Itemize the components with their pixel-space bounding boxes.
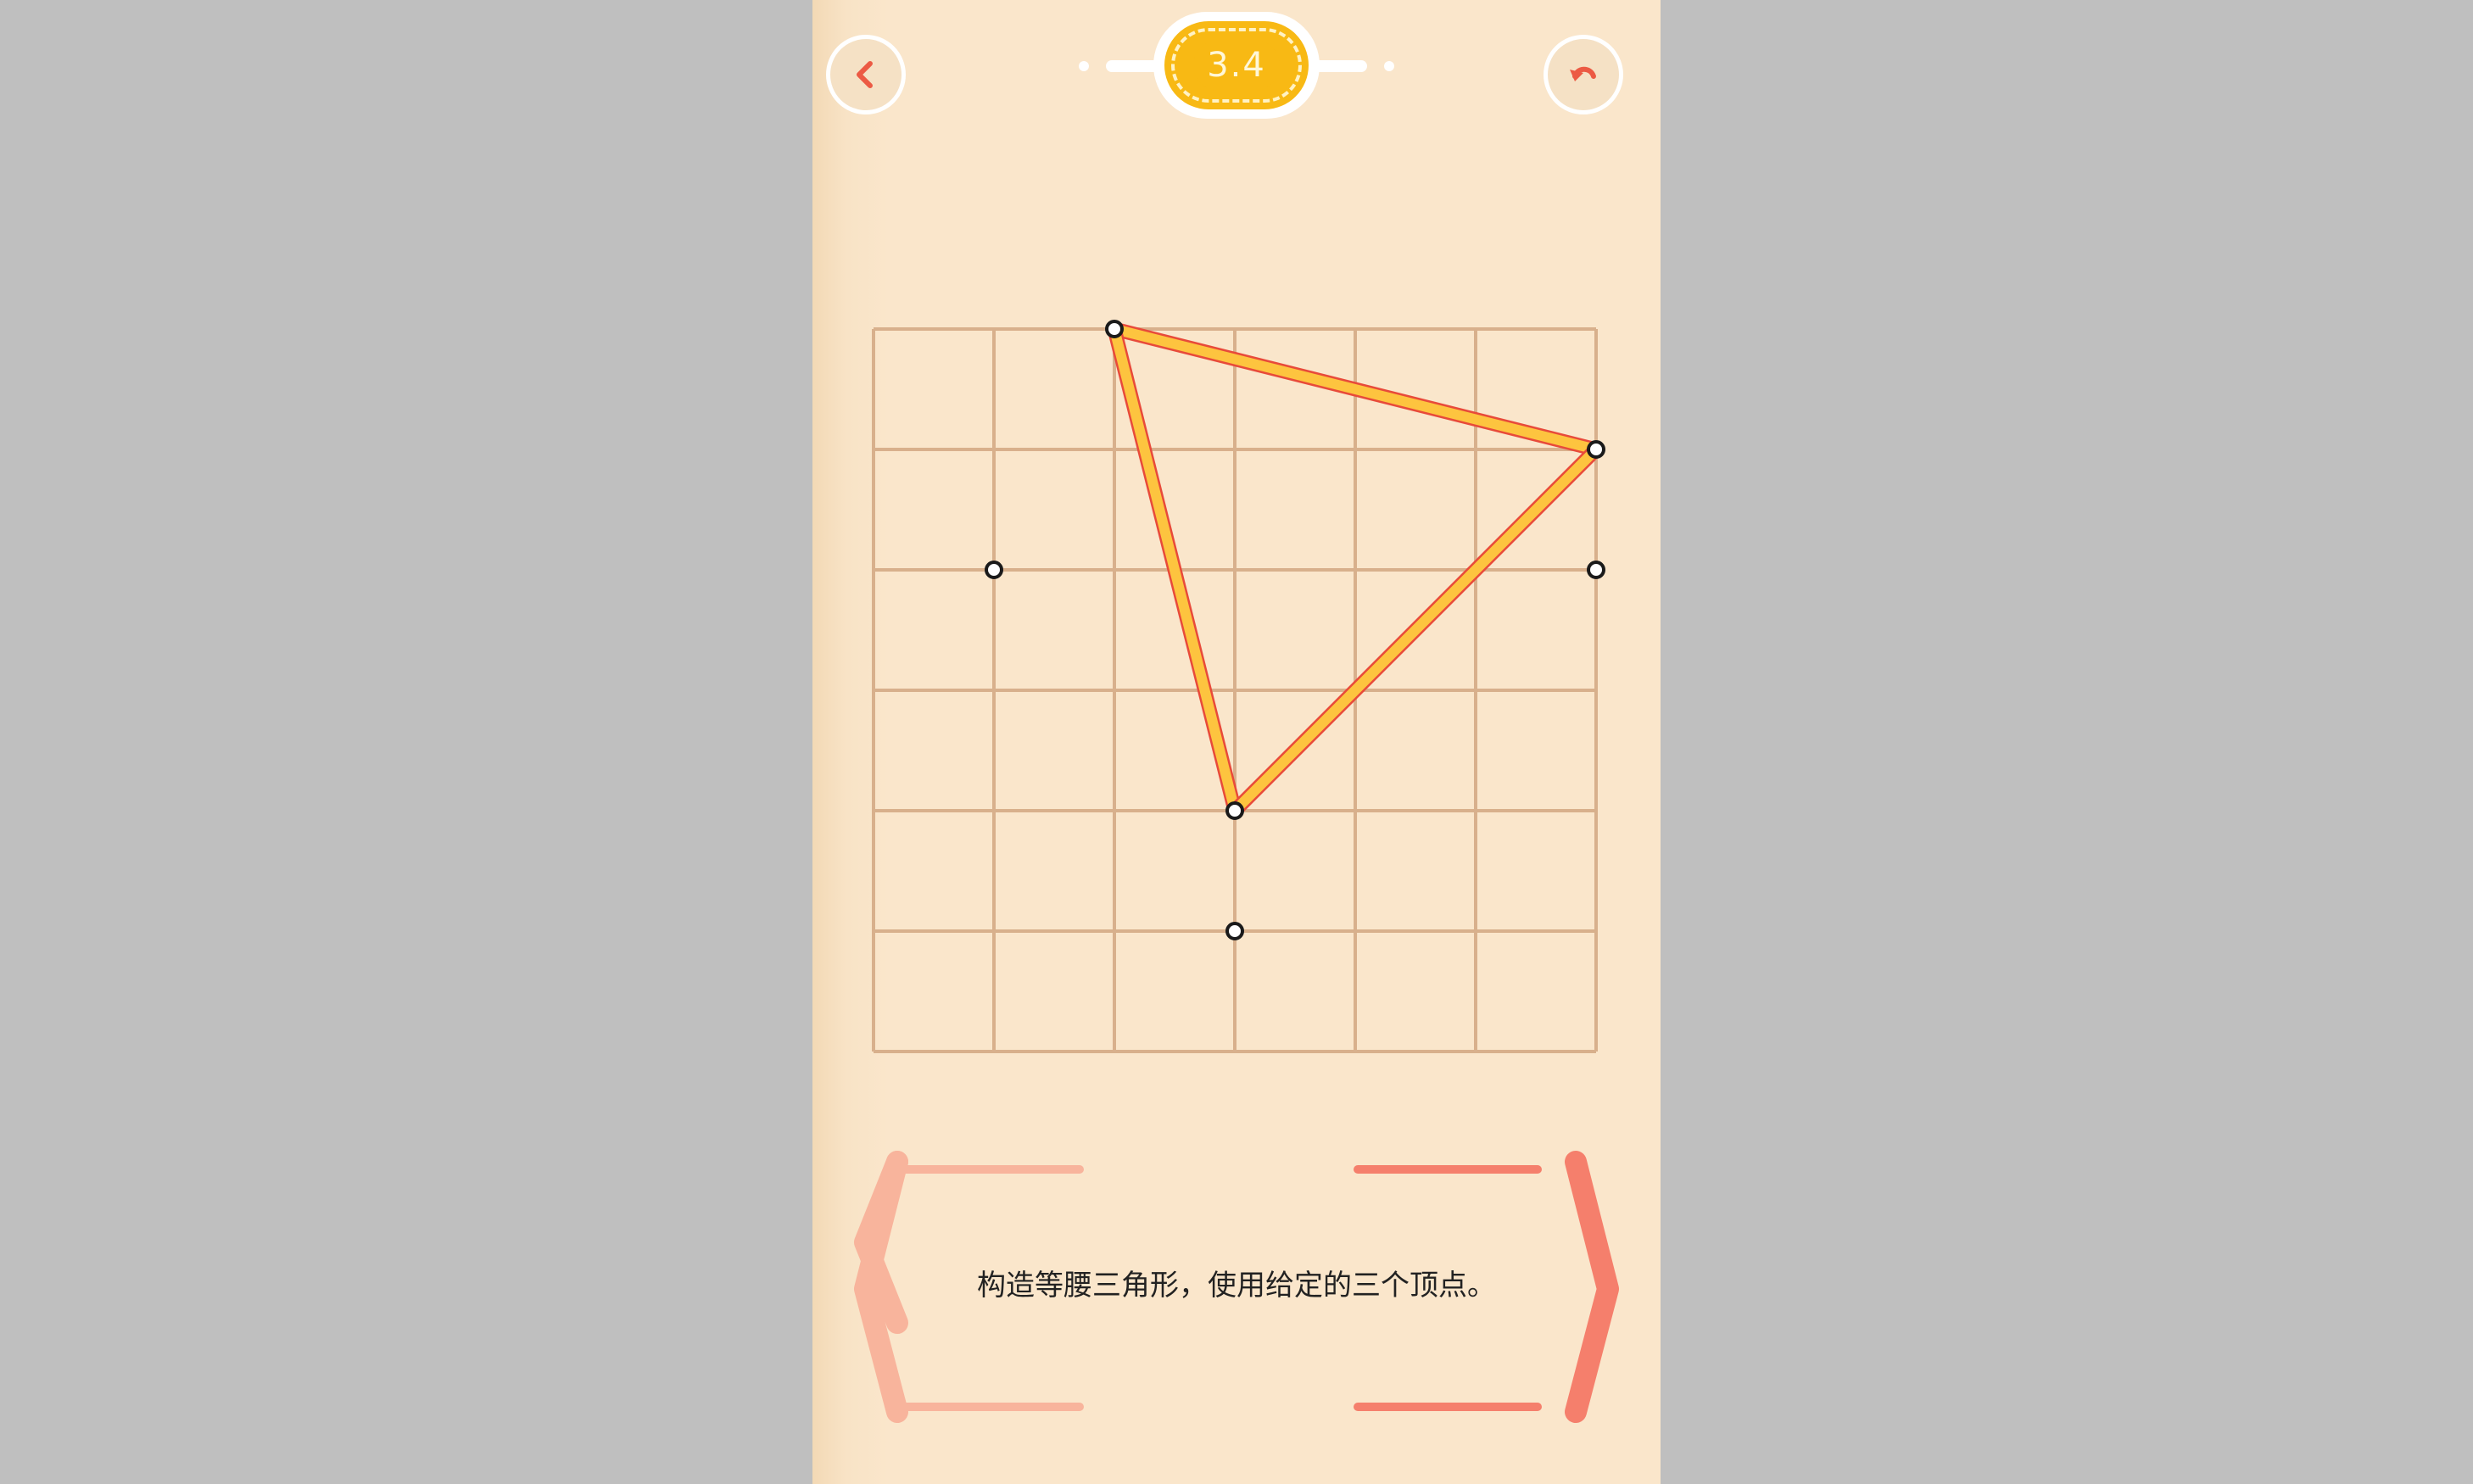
- grid-vertex-point[interactable]: [1587, 440, 1605, 459]
- grid: [872, 327, 1598, 1053]
- grid-vertex-point[interactable]: [1225, 801, 1244, 820]
- grid-vertex-point[interactable]: [1225, 922, 1244, 940]
- prompt-panel: 构造等腰三角形，使用给定的三个顶点。: [812, 1136, 1661, 1442]
- grid-vertex-point[interactable]: [1587, 561, 1605, 579]
- game-screen: 3.4 构造等腰三角形，使用给定的三个顶点。: [812, 0, 1661, 1484]
- grid-points: [985, 320, 1605, 940]
- grid-vertex-point[interactable]: [1105, 320, 1124, 338]
- grid-vertex-point[interactable]: [985, 561, 1003, 579]
- level-number: 3.4: [1207, 46, 1266, 85]
- puzzle-instruction: 构造等腰三角形，使用给定的三个顶点。: [977, 1269, 1496, 1303]
- matchstick-segment[interactable]: [1227, 442, 1604, 818]
